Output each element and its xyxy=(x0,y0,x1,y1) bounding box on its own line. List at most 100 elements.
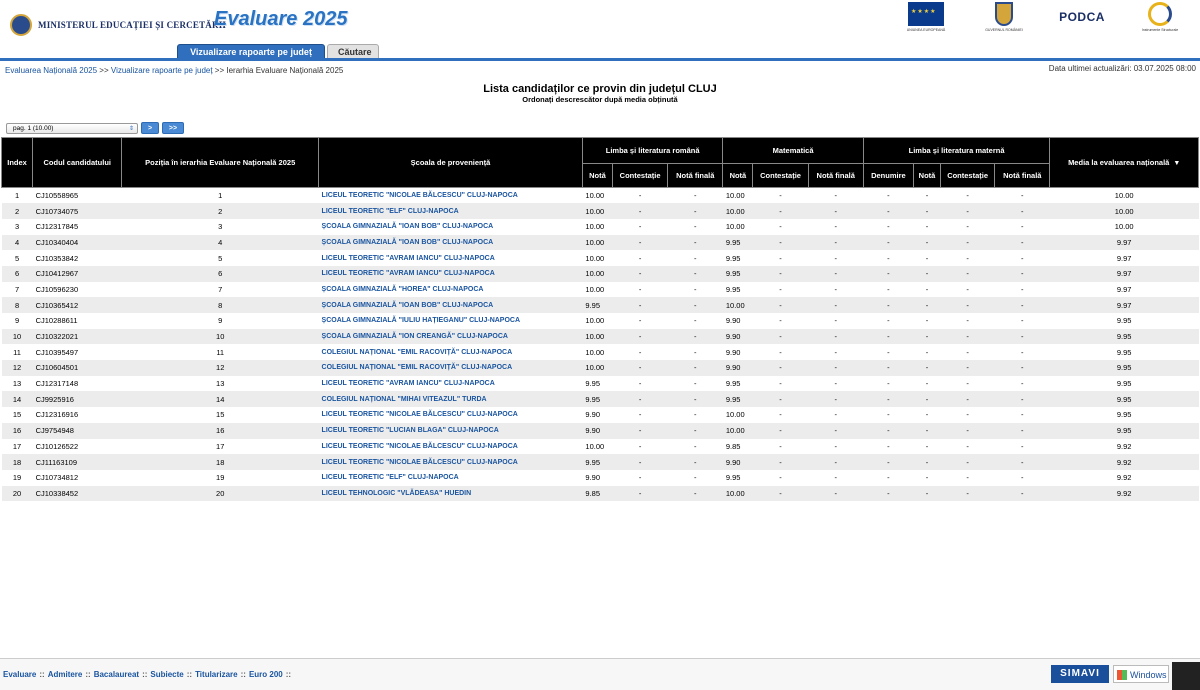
table-cell: - xyxy=(913,328,941,345)
page-select[interactable]: pag. 1 (10.00) ⇕ xyxy=(6,122,138,134)
table-cell: - xyxy=(694,379,697,389)
table-cell: - xyxy=(612,203,668,219)
table-cell: 9.97 xyxy=(1116,253,1132,263)
table-cell: - xyxy=(667,297,723,313)
school-link[interactable]: COLEGIUL NAȚIONAL "EMIL RACOVIȚĂ" CLUJ-N… xyxy=(318,360,583,376)
table-cell: 9.92 xyxy=(1049,485,1199,502)
next-page-button[interactable]: > xyxy=(141,122,159,134)
table-cell: 9.95 xyxy=(1116,410,1132,420)
school-link[interactable]: ȘCOALA GIMNAZIALĂ "HOREA" CLUJ-NAPOCA xyxy=(319,282,583,298)
table-cell: CJ10288611 xyxy=(35,316,78,326)
table-row: 3 CJ12317845 3 ȘCOALA GIMNAZIALĂ "IOAN BOB"… xyxy=(2,219,1199,235)
school-link[interactable]: ȘCOALA GIMNAZIALĂ "ION CREANGĂ" CLUJ-NAP… xyxy=(318,328,583,345)
school-link[interactable]: LICEUL TEHNOLOGIC "VLĂDEASA" HUEDIN xyxy=(318,485,583,502)
table-cell: 20 xyxy=(121,485,319,502)
breadcrumb-current: Ierarhia Evaluare Națională 2025 xyxy=(226,66,344,75)
breadcrumb-vizualizare[interactable]: Vizualizare rapoarte pe județ xyxy=(111,66,213,75)
breadcrumb: Evaluarea Națională 2025 >> Vizualizare … xyxy=(5,66,343,75)
last-page-button[interactable]: >> xyxy=(162,122,184,134)
table-cell: - xyxy=(1021,410,1024,420)
table-cell: 9 xyxy=(218,316,223,326)
school-link[interactable]: ȘCOALA GIMNAZIALĂ "IOAN BOB" CLUJ-NAPOCA xyxy=(318,234,583,251)
table-cell: 13 xyxy=(12,379,22,389)
table-cell: CJ10596230 xyxy=(35,284,79,294)
table-cell: - xyxy=(808,328,864,345)
school-link[interactable]: ȘCOALA GIMNAZIALĂ "IOAN BOB" CLUJ-NAPOCA xyxy=(318,297,583,313)
table-row: 2 CJ10734075 2 LICEUL TEORETIC "ELF" CLUJ-N… xyxy=(1,203,1199,219)
school-link[interactable]: LICEUL TEORETIC "ELF" CLUJ-NAPOCA xyxy=(319,470,583,486)
footer-sep: :: xyxy=(240,670,246,679)
footer-link[interactable]: Titularizare xyxy=(195,670,238,679)
table-cell: - xyxy=(925,191,929,201)
table-cell: - xyxy=(612,485,668,502)
school-link[interactable]: COLEGIUL NAȚIONAL "MIHAI VITEAZUL" TURDA xyxy=(318,391,583,408)
table-cell: - xyxy=(752,454,809,470)
table-cell: - xyxy=(612,265,668,282)
table-cell: - xyxy=(667,485,723,502)
table-cell: - xyxy=(913,360,941,376)
tab-vizualizare[interactable]: Vizualizare rapoarte pe județ xyxy=(177,44,325,59)
table-cell: 9.95 xyxy=(725,253,741,263)
school-link[interactable]: LICEUL TEORETIC "NICOLAE BĂLCESCU" CLUJ-… xyxy=(319,439,583,455)
table-row: 15 CJ12316916 15 LICEUL TEORETIC "NICOLAE B… xyxy=(2,407,1199,423)
table-cell: - xyxy=(752,265,809,282)
table-cell: - xyxy=(808,360,864,376)
footer-link[interactable]: Euro 200 xyxy=(249,670,283,679)
table-cell: 8 xyxy=(121,297,319,313)
table-cell: 19 xyxy=(216,473,225,483)
table-cell: 9.95 xyxy=(1049,391,1199,408)
table-cell: - xyxy=(638,441,642,451)
school-link[interactable]: LICEUL TEORETIC "AVRAM IANCU" CLUJ-NAPOC… xyxy=(319,376,583,392)
table-cell: 9.95 xyxy=(1049,360,1199,376)
list-title: Lista candidaților ce provin din județul… xyxy=(483,83,717,95)
chevron-updown-icon: ⇕ xyxy=(128,125,134,132)
table-cell: 9.85 xyxy=(582,485,613,502)
tab-cautare[interactable]: Căutare xyxy=(327,44,379,59)
table-cell: - xyxy=(808,297,864,313)
table-cell: CJ10734075 xyxy=(32,203,122,219)
col-ro-contestatie: Contestație xyxy=(612,163,669,188)
footer-link[interactable]: Evaluare xyxy=(3,670,36,679)
table-cell: - xyxy=(752,391,809,408)
table-cell: - xyxy=(638,473,642,483)
table-cell: - xyxy=(638,222,642,232)
table-cell: CJ10126522 xyxy=(35,441,79,451)
table-cell: 15 xyxy=(12,410,22,420)
table-cell: - xyxy=(694,410,697,420)
school-link[interactable]: LICEUL TEORETIC "AVRAM IANCU" CLUJ-NAPOC… xyxy=(318,265,583,282)
table-row: 18 CJ11163109 18 LICEUL TEORETIC "NICOLAE B… xyxy=(1,454,1199,470)
school-link[interactable]: ȘCOALA GIMNAZIALĂ "IULIU HAȚIEGANU" CLUJ… xyxy=(319,313,583,329)
table-cell: - xyxy=(863,485,914,502)
table-cell: - xyxy=(752,297,809,313)
table-cell: 3 xyxy=(218,222,223,232)
table-cell: - xyxy=(994,391,1050,408)
school-link[interactable]: LICEUL TEORETIC "NICOLAE BĂLCESCU" CLUJ-… xyxy=(318,454,583,470)
breadcrumb-evaluarea[interactable]: Evaluarea Națională 2025 xyxy=(5,66,97,75)
school-link[interactable]: LICEUL TEORETIC "AVRAM IANCU" CLUJ-NAPOC… xyxy=(319,250,583,266)
school-link[interactable]: LICEUL TEORETIC "LUCIAN BLAGA" CLUJ-NAPO… xyxy=(318,422,583,439)
col-media[interactable]: Media la evaluarea națională ▼ xyxy=(1049,137,1199,188)
footer-link[interactable]: Subiecte xyxy=(150,670,183,679)
school-link[interactable]: LICEUL TEORETIC "ELF" CLUJ-NAPOCA xyxy=(318,203,583,219)
footer-link[interactable]: Admitere xyxy=(48,670,83,679)
ministry-logo[interactable]: MINISTERUL EDUCAȚIEI ȘI CERCETĂRII xyxy=(10,14,226,36)
table-cell: - xyxy=(638,253,642,263)
table-cell: - xyxy=(638,347,642,357)
table-cell: - xyxy=(887,253,890,263)
table-cell: - xyxy=(667,422,723,439)
table-cell: CJ10340404 xyxy=(32,234,122,251)
table-cell: - xyxy=(779,191,782,201)
table-cell: 15 xyxy=(216,410,225,420)
table-cell: - xyxy=(638,191,642,201)
school-link[interactable]: LICEUL TEORETIC "NICOLAE BĂLCESCU" CLUJ-… xyxy=(319,407,583,423)
table-cell: 9.92 xyxy=(1049,454,1199,470)
school-link[interactable]: LICEUL TEORETIC "NICOLAE BĂLCESCU" CLUJ-… xyxy=(319,188,583,204)
footer-link[interactable]: Bacalaureat xyxy=(94,670,139,679)
school-link[interactable]: COLEGIUL NAȚIONAL "EMIL RACOVIȚĂ" CLUJ-N… xyxy=(319,344,583,360)
table-cell: - xyxy=(940,485,995,502)
table-cell: 9.95 xyxy=(582,297,613,313)
table-cell: - xyxy=(1021,316,1024,326)
table-cell: - xyxy=(913,422,941,439)
table-cell: - xyxy=(694,222,697,232)
school-link[interactable]: ȘCOALA GIMNAZIALĂ "IOAN BOB" CLUJ-NAPOCA xyxy=(319,219,583,235)
